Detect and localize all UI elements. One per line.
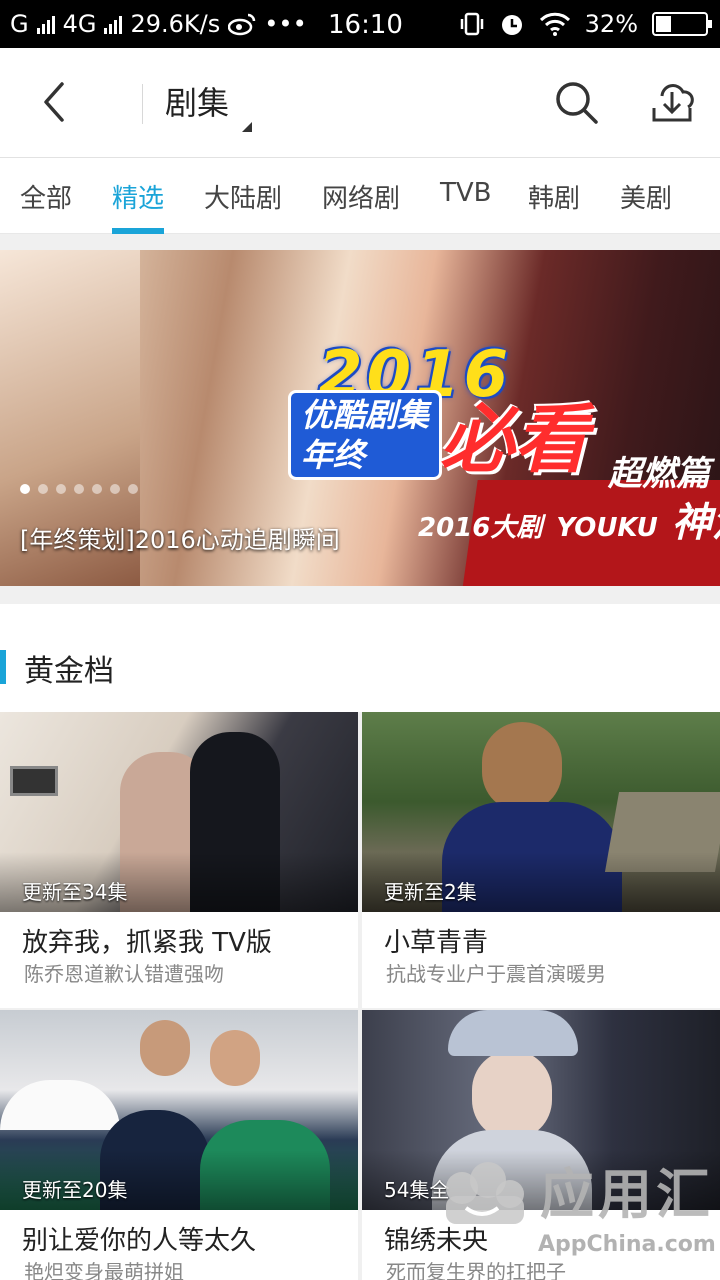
appchina-logo-icon — [446, 1162, 524, 1224]
carousel-dot — [38, 484, 48, 494]
carrier-label: G — [10, 10, 29, 38]
nav-bar: 剧集 — [0, 48, 720, 158]
episode-badge: 更新至34集 — [22, 880, 128, 904]
promo-mix-suffix: 神混剪 — [671, 500, 720, 546]
weibo-icon — [228, 13, 256, 36]
signal-icon — [36, 14, 55, 34]
drama-title[interactable]: 放弃我，抓紧我 TV版 — [22, 922, 272, 959]
banner-carousel[interactable]: 2016 优酷剧集 年终 必看 超燃篇 2016大剧 YOUKU 神混剪 [年终… — [0, 250, 720, 586]
promo-mix-brand: YOUKU — [556, 513, 658, 543]
promo-headline: 必看 — [440, 397, 588, 483]
drama-thumbnail[interactable]: 更新至34集 — [0, 712, 358, 912]
network-label: 4G — [62, 10, 97, 38]
category-tabs: 全部 精选 大陆剧 网络剧 TVB 韩剧 美剧 — [0, 158, 720, 234]
drama-description: 艳炟变身最萌拼姐 — [24, 1260, 184, 1280]
page-title[interactable]: 剧集 — [165, 78, 229, 124]
battery-icon — [652, 12, 712, 36]
drama-thumbnail[interactable]: 更新至20集 — [0, 1010, 358, 1210]
banner-caption: [年终策划]2016心动追剧瞬间 — [20, 526, 340, 554]
section-header: 黄金档 — [0, 604, 720, 714]
carousel-dot — [128, 484, 138, 494]
status-bar: G 4G 29.6K/s ••• 16:10 32% — [0, 0, 720, 48]
more-indicator: ••• — [264, 10, 307, 38]
wifi-icon — [539, 12, 570, 36]
tab-mainland[interactable]: 大陆剧 — [204, 178, 282, 215]
tab-all[interactable]: 全部 — [20, 178, 72, 215]
tab-korean[interactable]: 韩剧 — [528, 178, 580, 215]
carousel-dot — [56, 484, 66, 494]
watermark-site: AppChina.com — [538, 1232, 716, 1257]
status-left: G 4G 29.6K/s ••• — [10, 10, 307, 38]
tab-tvb[interactable]: TVB — [440, 178, 492, 208]
drama-card[interactable]: 更新至20集 别让爱你的人等太久 艳炟变身最萌拼姐 — [0, 1010, 358, 1280]
battery-fill — [656, 16, 671, 32]
drama-card[interactable]: 更新至2集 小草青青 抗战专业户于震首演暖男 — [362, 712, 720, 1008]
nav-divider — [142, 84, 143, 124]
tab-web-series[interactable]: 网络剧 — [322, 178, 400, 215]
carousel-dot — [92, 484, 102, 494]
vibrate-icon — [460, 12, 483, 36]
carousel-dot — [110, 484, 120, 494]
network-speed: 29.6K/s — [130, 10, 221, 38]
promo-mix: 2016大剧 YOUKU 神混剪 — [418, 490, 720, 548]
carousel-dot — [20, 484, 30, 494]
section-accent-bar — [0, 650, 6, 684]
appchina-watermark: 应用汇 AppChina.com — [432, 1148, 720, 1280]
promo-mix-prefix: 2016大剧 — [418, 513, 543, 543]
watermark-text: 应用汇 — [540, 1163, 714, 1226]
alarm-icon — [501, 15, 522, 35]
drama-description: 抗战专业户于震首演暖男 — [386, 962, 606, 986]
promo-subtitle: 优酷剧集 年终 — [288, 390, 443, 480]
search-icon[interactable] — [552, 78, 600, 126]
download-icon[interactable] — [648, 78, 696, 126]
tab-featured[interactable]: 精选 — [112, 178, 164, 215]
tab-american[interactable]: 美剧 — [620, 178, 672, 215]
back-icon[interactable] — [30, 76, 80, 128]
active-tab-indicator — [112, 228, 164, 234]
episode-badge: 更新至2集 — [384, 880, 477, 904]
clock: 16:10 — [328, 10, 403, 40]
battery-percent: 32% — [584, 10, 638, 38]
carousel-dots — [20, 484, 138, 494]
section-title: 黄金档 — [24, 654, 114, 689]
drama-title[interactable]: 别让爱你的人等太久 — [22, 1220, 256, 1257]
status-right: 32% — [459, 10, 712, 38]
drama-card[interactable]: 更新至34集 放弃我，抓紧我 TV版 陈乔恩道歉认错遭强吻 — [0, 712, 358, 1008]
caret-down-icon[interactable] — [242, 122, 252, 132]
carousel-dot — [74, 484, 84, 494]
drama-description: 陈乔恩道歉认错遭强吻 — [24, 962, 224, 986]
signal-icon-2 — [104, 14, 123, 34]
episode-badge: 更新至20集 — [22, 1178, 128, 1202]
promo-tag: 超燃篇 — [608, 454, 710, 494]
drama-thumbnail[interactable]: 更新至2集 — [362, 712, 720, 912]
drama-title[interactable]: 小草青青 — [384, 922, 488, 959]
